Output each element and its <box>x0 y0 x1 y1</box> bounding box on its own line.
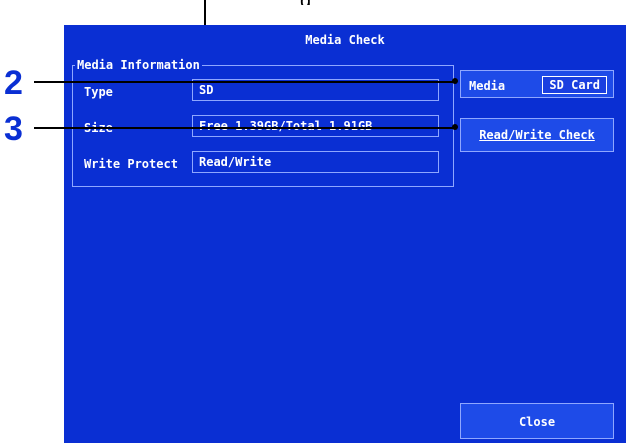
read-write-check-button[interactable]: Read/Write Check <box>460 118 614 152</box>
read-write-check-label: Read/Write Check <box>479 128 595 142</box>
step-3-pointer-dot <box>452 124 458 130</box>
top-caption-fragment: g <box>300 0 500 5</box>
media-selector-value: SD Card <box>542 76 607 94</box>
step-2-marker: 2 <box>4 64 23 102</box>
step-3-marker: 3 <box>4 110 23 148</box>
write-protect-label: Write Protect <box>84 157 178 171</box>
dialog-title: Media Check <box>305 33 385 47</box>
media-selector-label: Media <box>469 79 506 93</box>
size-value: Free 1.39GB/Total 1.91GB <box>192 115 439 137</box>
type-label: Type <box>84 85 113 99</box>
step-2-pointer <box>34 81 454 83</box>
media-selector-button[interactable]: Media SD Card <box>460 70 614 98</box>
media-check-screen: Media Check Media Information Type SD Si… <box>64 25 626 443</box>
media-information-title: Media Information <box>75 58 202 72</box>
step-3-pointer <box>34 127 454 129</box>
step-2-pointer-dot <box>452 78 458 84</box>
close-label: Close <box>518 415 556 429</box>
close-button[interactable]: Close <box>460 403 614 439</box>
write-protect-value: Read/Write <box>192 151 439 173</box>
